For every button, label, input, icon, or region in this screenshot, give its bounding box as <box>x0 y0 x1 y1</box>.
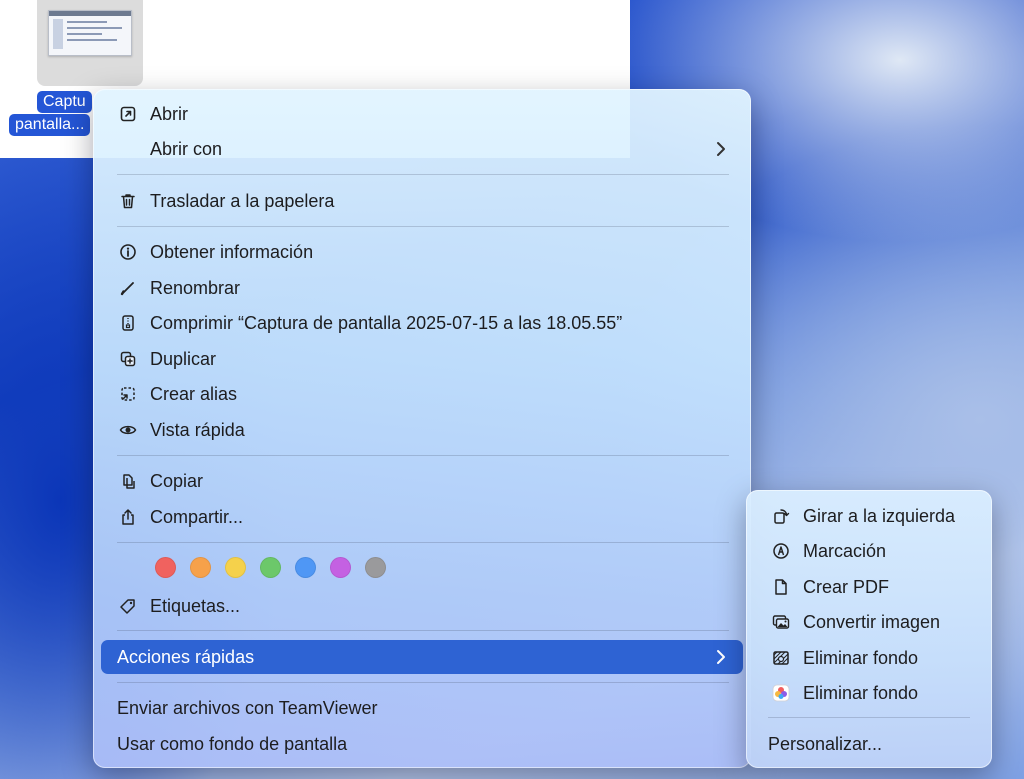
menu-item-set-wallpaper[interactable]: Usar como fondo de pantalla <box>101 727 743 761</box>
pixelmator-app-icon <box>770 682 792 704</box>
tag-dot-gray[interactable] <box>365 557 386 578</box>
submenu-separator <box>768 717 970 718</box>
share-icon <box>117 506 139 528</box>
menu-item-label: Vista rápida <box>150 419 245 440</box>
markup-icon <box>770 540 792 562</box>
submenu-item-label: Crear PDF <box>803 576 890 597</box>
menu-separator <box>117 174 729 175</box>
tag-dot-purple[interactable] <box>330 557 351 578</box>
menu-item-share[interactable]: Compartir... <box>101 500 743 534</box>
tag-dot-yellow[interactable] <box>225 557 246 578</box>
menu-item-get-info[interactable]: Obtener información <box>101 235 743 269</box>
menu-separator <box>117 630 729 631</box>
tag-dot-blue[interactable] <box>295 557 316 578</box>
menu-item-label: Enviar archivos con TeamViewer <box>117 697 378 718</box>
archive-icon <box>117 312 139 334</box>
submenu-item-customize[interactable]: Personalizar... <box>754 727 984 761</box>
menu-item-send-teamviewer[interactable]: Enviar archivos con TeamViewer <box>101 691 743 725</box>
menu-item-make-alias[interactable]: Crear alias <box>101 377 743 411</box>
submenu-item-create-pdf[interactable]: Crear PDF <box>754 570 984 604</box>
pencil-icon <box>117 277 139 299</box>
submenu-item-label: Personalizar... <box>768 733 883 754</box>
trash-icon <box>117 190 139 212</box>
chevron-right-icon <box>717 650 725 664</box>
file-thumbnail[interactable] <box>48 10 132 56</box>
submenu-item-label: Eliminar fondo <box>803 647 919 668</box>
menu-item-label: Trasladar a la papelera <box>150 190 335 211</box>
submenu-item-label: Convertir imagen <box>803 611 941 632</box>
alias-icon <box>117 383 139 405</box>
menu-item-move-to-trash[interactable]: Trasladar a la papelera <box>101 184 743 218</box>
quick-actions-submenu: Girar a la izquierda Marcación Crear PDF… <box>746 490 992 768</box>
submenu-item-remove-background[interactable]: Eliminar fondo <box>754 641 984 675</box>
menu-item-tags[interactable]: Etiquetas... <box>101 589 743 623</box>
submenu-item-rotate-left[interactable]: Girar a la izquierda <box>754 499 984 533</box>
menu-item-label: Compartir... <box>150 506 244 527</box>
convert-image-icon <box>770 611 792 633</box>
menu-item-label: Etiquetas... <box>150 595 241 616</box>
menu-separator <box>117 455 729 456</box>
remove-background-icon <box>770 647 792 669</box>
file-name-label-line2[interactable]: pantalla... <box>9 114 91 136</box>
tag-dot-orange[interactable] <box>190 557 211 578</box>
menu-item-label: Comprimir “Captura de pantalla 2025-07-1… <box>150 312 623 333</box>
menu-item-duplicate[interactable]: Duplicar <box>101 342 743 376</box>
tag-dot-green[interactable] <box>260 557 281 578</box>
tag-icon <box>117 595 139 617</box>
context-menu: Abrir Abrir con Trasladar a la papelera … <box>93 89 751 768</box>
submenu-item-markup[interactable]: Marcación <box>754 534 984 568</box>
menu-item-label: Abrir <box>150 103 189 124</box>
eye-icon <box>117 419 139 441</box>
file-name-label-line1[interactable]: Captu <box>37 91 92 113</box>
chevron-right-icon <box>717 142 725 156</box>
info-icon <box>117 241 139 263</box>
menu-separator <box>117 682 729 683</box>
tag-color-picker <box>155 557 386 578</box>
menu-separator <box>117 542 729 543</box>
copy-icon <box>117 470 139 492</box>
submenu-item-label: Eliminar fondo <box>803 682 919 703</box>
menu-item-rename[interactable]: Renombrar <box>101 271 743 305</box>
submenu-item-label: Marcación <box>803 540 887 561</box>
menu-item-label: Usar como fondo de pantalla <box>117 733 348 754</box>
menu-item-copy[interactable]: Copiar <box>101 464 743 498</box>
document-icon <box>770 576 792 598</box>
menu-item-quick-actions[interactable]: Acciones rápidas <box>101 640 743 674</box>
submenu-item-convert-image[interactable]: Convertir imagen <box>754 605 984 639</box>
menu-item-label: Crear alias <box>150 383 238 404</box>
menu-item-compress[interactable]: Comprimir “Captura de pantalla 2025-07-1… <box>101 306 743 340</box>
menu-separator <box>117 226 729 227</box>
menu-item-label: Copiar <box>150 470 204 491</box>
menu-item-quick-look[interactable]: Vista rápida <box>101 413 743 447</box>
duplicate-icon <box>117 348 139 370</box>
menu-item-label: Duplicar <box>150 348 217 369</box>
submenu-item-label: Girar a la izquierda <box>803 505 956 526</box>
menu-item-label: Acciones rápidas <box>117 646 255 667</box>
tag-dot-red[interactable] <box>155 557 176 578</box>
rotate-left-icon <box>770 505 792 527</box>
menu-item-open[interactable]: Abrir <box>101 97 743 131</box>
menu-item-label: Renombrar <box>150 277 241 298</box>
menu-item-open-with[interactable]: Abrir con <box>101 132 743 166</box>
menu-item-label: Obtener información <box>150 241 314 262</box>
open-arrow-icon <box>117 103 139 125</box>
menu-item-label: Abrir con <box>150 138 223 159</box>
submenu-item-remove-background-pixelmator[interactable]: Eliminar fondo <box>754 676 984 710</box>
